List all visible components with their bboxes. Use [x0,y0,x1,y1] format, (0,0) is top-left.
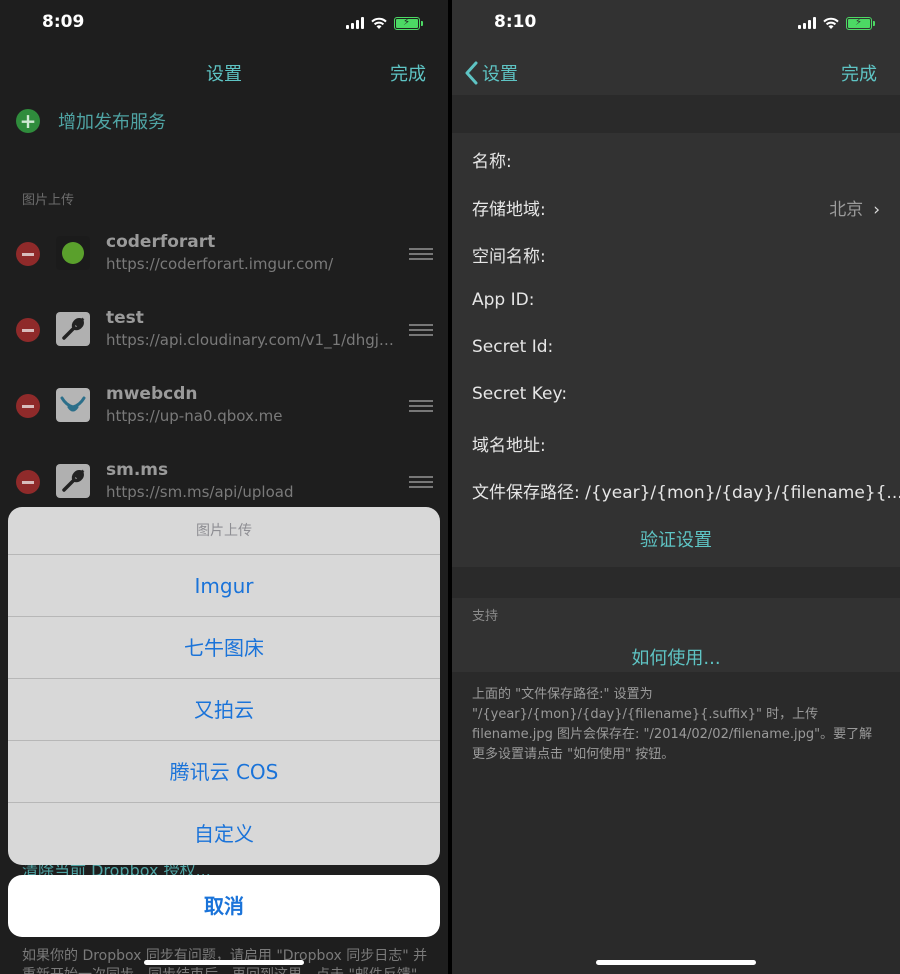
secret-id-field[interactable]: Secret Id: [472,337,880,357]
drag-handle-icon[interactable] [409,400,433,415]
qiniu-bull-icon [56,388,90,422]
service-name: test [106,308,144,328]
save-path-label: 文件保存路径: /{year}/{mon}/{day}/{filename}{.… [472,483,900,503]
delete-icon[interactable] [16,470,40,494]
drag-handle-icon[interactable] [409,248,433,263]
sheet-item-upyun[interactable]: 又拍云 [8,679,440,741]
section-header: 图片上传 [22,193,75,208]
domain-label: 域名地址: [472,436,546,456]
done-button[interactable]: 完成 [390,60,426,86]
nav-title: 设置 [206,64,242,85]
back-button[interactable]: 设置 [464,60,518,86]
cellular-signal-icon [798,17,816,29]
add-icon: + [16,109,40,133]
verify-settings-button[interactable]: 验证设置 [452,526,900,552]
left-screen: 8:09 ⚡ 设置 完成 + 增加发布服务 图片上传 coderforart h… [0,0,448,974]
secret-key-field[interactable]: Secret Key: [472,384,880,404]
service-name: mwebcdn [106,384,198,404]
status-icons: ⚡ [798,15,875,31]
space-name-field[interactable]: 空间名称: [472,242,880,267]
wrench-icon [56,312,90,346]
status-time: 8:10 [494,12,537,32]
wifi-icon [823,17,839,29]
cancel-button[interactable]: 取消 [8,875,440,937]
service-name: sm.ms [106,460,169,480]
service-name: coderforart [106,232,216,252]
home-indicator[interactable] [144,960,304,965]
sheet-item-custom[interactable]: 自定义 [8,803,440,865]
how-to-use-button[interactable]: 如何使用... [452,644,900,670]
cellular-signal-icon [346,17,364,29]
back-label: 设置 [482,64,518,85]
status-icons: ⚡ [346,15,423,31]
domain-field[interactable]: 域名地址: [472,431,880,456]
section-spacer [452,95,900,133]
chevron-right-icon: › [873,200,880,220]
space-name-label: 空间名称: [472,247,546,267]
wifi-icon [371,17,387,29]
service-row[interactable]: mwebcdn https://up-na0.qbox.me [0,374,448,450]
add-service-label: 增加发布服务 [58,112,166,133]
battery-charging-icon: ⚡ [846,16,875,30]
service-url: https://sm.ms/api/upload [106,483,294,501]
battery-charging-icon: ⚡ [394,16,423,30]
status-time: 8:09 [42,12,85,32]
home-indicator[interactable] [596,960,756,965]
name-label: 名称: [472,152,512,172]
support-header: 支持 [472,609,499,624]
save-path-field[interactable]: 文件保存路径: /{year}/{mon}/{day}/{filename}{.… [472,478,900,503]
sheet-item-imgur[interactable]: Imgur [8,555,440,617]
name-field[interactable]: 名称: [472,147,880,172]
sheet-item-qiniu[interactable]: 七牛图床 [8,617,440,679]
action-sheet-title: 图片上传 [8,507,440,555]
footer-note: 上面的 "文件保存路径:" 设置为 "/{year}/{mon}/{day}/{… [472,687,873,762]
region-label: 存储地域: [472,200,546,220]
service-url: https://api.cloudinary.com/v1_1/dhgj8... [106,331,396,349]
delete-icon[interactable] [16,318,40,342]
chevron-left-icon [465,61,478,85]
app-id-field[interactable]: App ID: [472,290,880,310]
right-screen: 8:10 ⚡ 设置 完成 名称: 存储地域: 北京 › 空间名称: App ID:… [452,0,900,974]
service-row[interactable]: coderforart https://coderforart.imgur.co… [0,222,448,298]
secret-key-label: Secret Key: [472,384,568,404]
service-url: https://coderforart.imgur.com/ [106,255,334,273]
action-sheet: 图片上传 Imgur 七牛图床 又拍云 腾讯云 COS 自定义 [8,507,440,865]
secret-id-label: Secret Id: [472,337,554,357]
service-url: https://up-na0.qbox.me [106,407,283,425]
delete-icon[interactable] [16,242,40,266]
region-field[interactable]: 存储地域: 北京 › [472,195,880,220]
done-button[interactable]: 完成 [841,60,877,86]
section-spacer [452,567,900,598]
region-value: 北京 [829,200,864,220]
app-id-label: App ID: [472,290,535,310]
service-row[interactable]: test https://api.cloudinary.com/v1_1/dhg… [0,298,448,374]
green-dot-icon [56,236,90,270]
dropbox-help-text-2: 重新开始一次同步，同步结束后，再回到这里，点击 "邮件反馈" [22,964,417,974]
drag-handle-icon[interactable] [409,476,433,491]
sheet-item-tencent-cos[interactable]: 腾讯云 COS [8,741,440,803]
drag-handle-icon[interactable] [409,324,433,339]
add-service-row[interactable]: + 增加发布服务 [16,108,166,134]
wrench-icon [56,464,90,498]
delete-icon[interactable] [16,394,40,418]
